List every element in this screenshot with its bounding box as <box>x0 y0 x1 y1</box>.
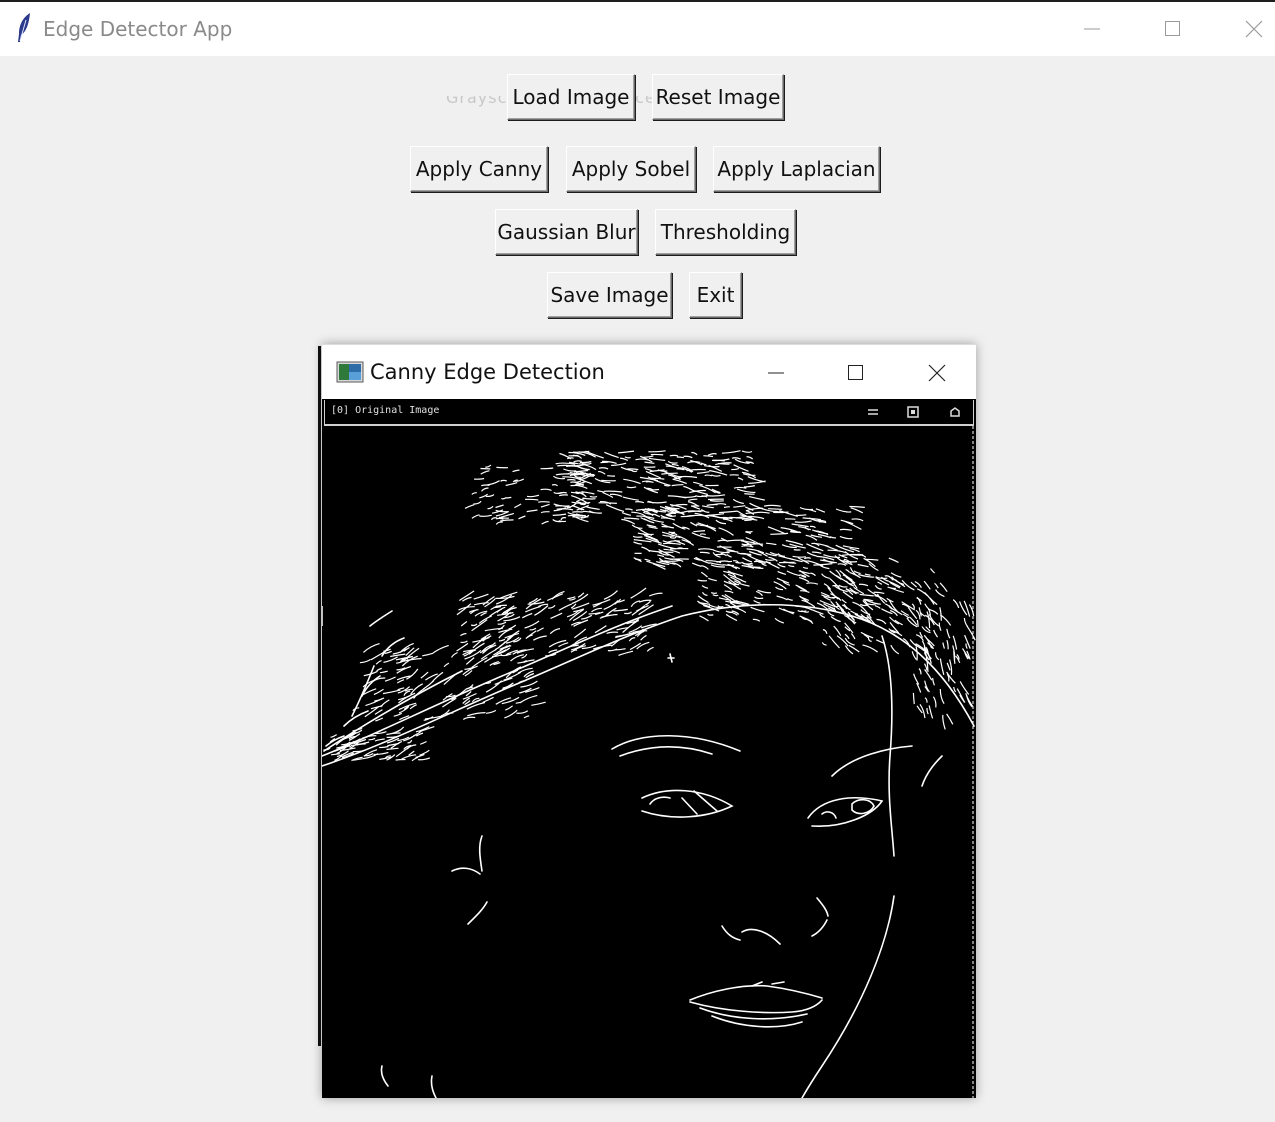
maximize-icon <box>1165 21 1180 36</box>
edge-stroke <box>844 510 852 513</box>
edge-stroke <box>538 501 550 503</box>
child-close-button[interactable] <box>895 345 975 400</box>
exit-button[interactable]: Exit <box>689 272 742 318</box>
edge-stroke <box>627 468 639 471</box>
edge-stroke <box>566 479 576 481</box>
close-icon <box>1245 20 1263 38</box>
background-window-edge <box>318 346 321 1046</box>
edge-stroke <box>474 477 485 480</box>
edge-stroke <box>768 508 783 510</box>
edge-stroke <box>726 560 733 563</box>
canny-edge-detection-window[interactable]: Canny Edge Detection [0] Original Image <box>322 344 976 1098</box>
close-button[interactable] <box>1214 2 1275 56</box>
child-minimize-button[interactable] <box>734 345 814 400</box>
feather-icon <box>18 13 30 42</box>
edge-stroke <box>850 553 862 556</box>
edge-stroke <box>589 495 598 498</box>
minimize-icon <box>768 372 784 374</box>
edge-stroke <box>601 479 616 482</box>
edge-stroke <box>395 758 406 761</box>
child-maximize-button[interactable] <box>814 345 894 400</box>
maximize-icon <box>848 365 863 380</box>
edge-stroke <box>744 493 755 495</box>
home-icon[interactable] <box>947 404 963 420</box>
edge-stroke <box>795 514 807 516</box>
edge-stroke <box>745 530 753 533</box>
menu-icon[interactable] <box>865 404 881 420</box>
canny-edge-output-image <box>322 426 976 1098</box>
toolbar-label: [0] Original Image <box>331 405 440 416</box>
edge-stroke <box>802 559 809 562</box>
edge-stroke <box>703 455 714 458</box>
edge-stroke <box>709 499 724 502</box>
main-titlebar[interactable]: Edge Detector App <box>0 2 1275 56</box>
edge-stroke <box>481 484 490 487</box>
edge-stroke <box>762 603 771 606</box>
gaussian-blur-button[interactable]: Gaussian Blur <box>495 209 638 255</box>
save-image-button[interactable]: Save Image <box>547 272 672 318</box>
edge-stroke <box>665 507 673 510</box>
edge-stroke <box>735 561 742 564</box>
edge-stroke <box>744 519 752 522</box>
opencv-toolbar: [0] Original Image <box>324 400 974 426</box>
edge-stroke <box>784 518 796 520</box>
load-image-button[interactable]: Load Image <box>507 74 635 120</box>
apply-laplacian-button[interactable]: Apply Laplacian <box>713 146 880 192</box>
minimize-icon <box>1084 28 1100 30</box>
apply-sobel-button[interactable]: Apply Sobel <box>566 146 696 192</box>
close-icon <box>928 364 946 382</box>
edge-stroke <box>676 456 685 459</box>
maximize-button[interactable] <box>1133 2 1213 56</box>
edge-stroke <box>713 459 725 462</box>
reset-image-button[interactable]: Reset Image <box>652 74 784 120</box>
edge-stroke <box>524 498 539 501</box>
edge-stroke <box>669 547 689 550</box>
edge-stroke <box>704 474 713 477</box>
record-icon[interactable] <box>905 404 921 420</box>
minimize-button[interactable] <box>1052 2 1132 56</box>
window-title: Edge Detector App <box>43 17 233 41</box>
edge-stroke <box>669 454 679 457</box>
image-window-icon <box>336 361 364 383</box>
thresholding-button[interactable]: Thresholding <box>655 209 796 255</box>
edge-stroke <box>661 525 668 528</box>
edge-stroke <box>645 481 654 483</box>
edge-stroke <box>699 533 706 536</box>
apply-canny-button[interactable]: Apply Canny <box>410 146 548 192</box>
child-window-title: Canny Edge Detection <box>370 360 605 384</box>
child-titlebar[interactable]: Canny Edge Detection <box>322 344 976 399</box>
